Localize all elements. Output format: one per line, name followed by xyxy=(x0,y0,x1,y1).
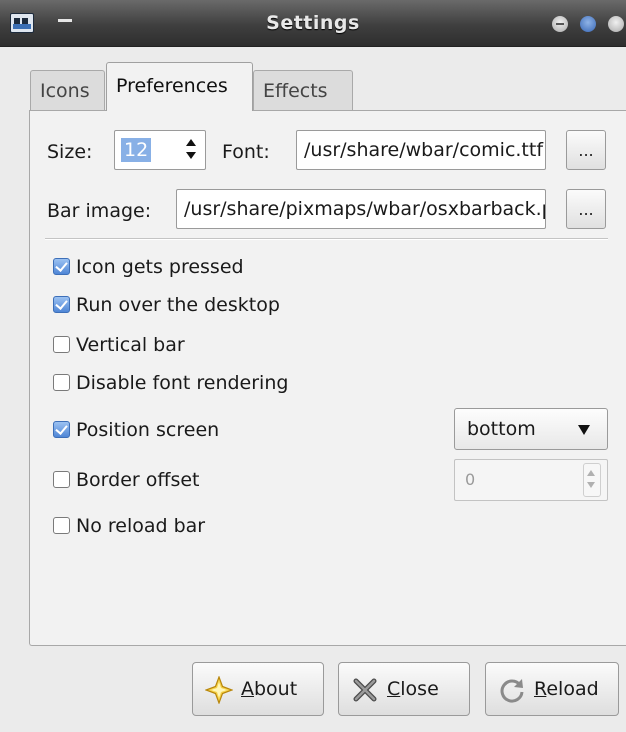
bar-image-path-input[interactable]: /usr/share/pixmaps/wbar/osxbarback.png xyxy=(176,189,546,229)
checkbox-label: Icon gets pressed xyxy=(76,256,244,278)
checkbox-label: Position screen xyxy=(76,419,220,441)
size-stepper-arrows[interactable] xyxy=(183,135,199,165)
close-label: Close xyxy=(387,678,439,700)
about-button[interactable]: About xyxy=(192,662,324,716)
bar-image-label: Bar image: xyxy=(47,200,152,222)
position-value: bottom xyxy=(467,418,536,440)
maximize-button[interactable] xyxy=(580,16,596,32)
reload-label: Reload xyxy=(534,678,599,700)
checkbox-label: Border offset xyxy=(76,469,200,491)
checkbox-icon[interactable] xyxy=(53,335,70,353)
checkbox-icon[interactable] xyxy=(53,295,70,313)
increment-icon[interactable] xyxy=(587,470,595,476)
bar-image-browse-button[interactable]: ... xyxy=(566,189,606,229)
border-offset-checkbox[interactable]: Border offset xyxy=(53,467,200,493)
run-over-desktop-checkbox[interactable]: Run over the desktop xyxy=(53,292,280,318)
tab-preferences[interactable]: Preferences xyxy=(106,62,253,111)
position-select[interactable]: bottom xyxy=(454,408,608,450)
close-button[interactable]: Close xyxy=(338,662,470,716)
size-spinbox[interactable]: 12 xyxy=(114,130,206,170)
font-path-input[interactable]: /usr/share/wbar/comic.ttf xyxy=(296,130,546,170)
checkbox-icon[interactable] xyxy=(53,470,70,488)
increment-icon[interactable] xyxy=(186,139,196,146)
no-reload-bar-checkbox[interactable]: No reload bar xyxy=(53,513,205,539)
chevron-down-icon xyxy=(578,425,590,435)
vertical-bar-checkbox[interactable]: Vertical bar xyxy=(53,332,185,358)
font-label: Font: xyxy=(222,141,270,163)
star-icon xyxy=(205,676,233,704)
checkbox-icon[interactable] xyxy=(53,420,70,438)
checkbox-label: Disable font rendering xyxy=(76,372,289,394)
reload-button[interactable]: Reload xyxy=(485,662,619,716)
position-screen-checkbox[interactable]: Position screen xyxy=(53,417,219,443)
tab-icons[interactable]: Icons xyxy=(30,70,105,110)
tab-effects[interactable]: Effects xyxy=(253,70,353,110)
border-offset-spinbox[interactable]: 0 xyxy=(454,459,608,501)
checkbox-icon[interactable] xyxy=(53,373,70,391)
checkbox-label: No reload bar xyxy=(76,515,206,537)
checkbox-icon[interactable] xyxy=(53,516,70,534)
checkbox-icon[interactable] xyxy=(53,257,70,275)
border-offset-stepper-arrows[interactable] xyxy=(583,463,601,497)
disable-font-rendering-checkbox[interactable]: Disable font rendering xyxy=(53,370,288,396)
size-value[interactable]: 12 xyxy=(121,138,152,162)
checkbox-label: Run over the desktop xyxy=(76,294,280,316)
size-label: Size: xyxy=(47,141,93,163)
icon-gets-pressed-checkbox[interactable]: Icon gets pressed xyxy=(53,254,244,280)
about-label: About xyxy=(241,678,298,700)
checkbox-label: Vertical bar xyxy=(76,334,185,356)
x-icon xyxy=(353,678,377,702)
separator xyxy=(45,238,608,240)
window-title: Settings xyxy=(266,12,360,34)
border-offset-value: 0 xyxy=(465,470,476,489)
font-browse-button[interactable]: ... xyxy=(566,130,606,170)
decrement-icon[interactable] xyxy=(186,152,196,159)
decrement-icon[interactable] xyxy=(587,482,595,488)
reload-icon xyxy=(500,679,524,703)
minimize-button[interactable] xyxy=(552,16,568,32)
close-window-button[interactable] xyxy=(608,16,624,32)
